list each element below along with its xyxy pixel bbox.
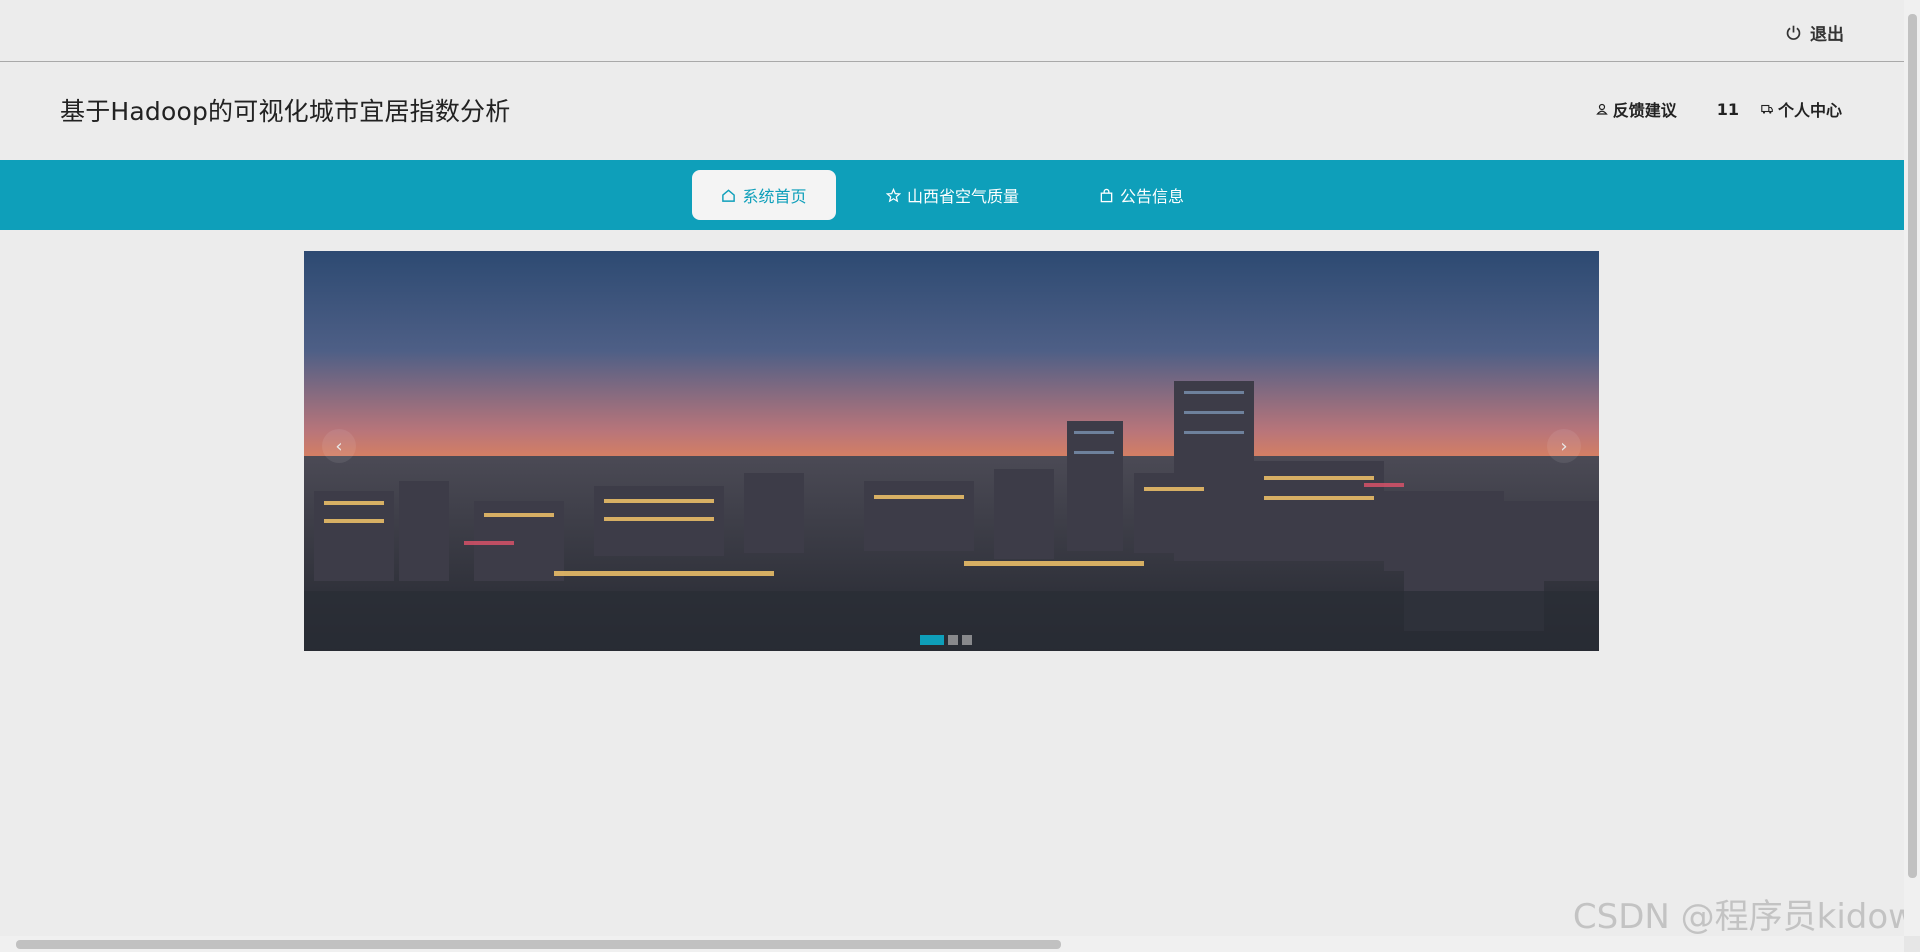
profile-label: 个人中心	[1777, 101, 1842, 120]
bag-icon	[1100, 188, 1113, 202]
user-icon	[1595, 103, 1608, 115]
header-actions: 反馈建议 11 个人中心	[1595, 97, 1842, 121]
top-bar: 退出	[0, 0, 1904, 62]
nav-item-announcements[interactable]: 公告信息	[1069, 170, 1214, 220]
scrollbar-corner	[1904, 936, 1920, 952]
carousel-next-button[interactable]: ›	[1547, 429, 1581, 463]
city-skyline-image	[304, 251, 1599, 651]
logout-button[interactable]: 退出	[1785, 20, 1844, 45]
nav-item-label: 山西省空气质量	[907, 187, 1020, 206]
watermark: CSDN @程序员kidow	[1572, 897, 1916, 937]
nav-item-air-quality[interactable]: 山西省空气质量	[856, 170, 1049, 220]
nav-items: 系统首页 山西省空气质量 公告信息	[692, 170, 1214, 220]
page: 退出 基于Hadoop的可视化城市宜居指数分析 反馈建议 11 个人中心 系统首…	[0, 0, 1920, 952]
site-title: 基于Hadoop的可视化城市宜居指数分析	[60, 97, 511, 126]
vertical-scroll-thumb[interactable]	[1908, 14, 1917, 878]
profile-link[interactable]: 个人中心	[1761, 97, 1842, 121]
truck-icon	[1761, 104, 1773, 114]
horizontal-scrollbar[interactable]	[0, 936, 1904, 952]
badge-count: 11	[1716, 99, 1739, 119]
feedback-link[interactable]: 反馈建议	[1595, 97, 1677, 121]
header: 基于Hadoop的可视化城市宜居指数分析 反馈建议 11 个人中心	[0, 62, 1904, 160]
carousel-indicators	[920, 635, 972, 645]
carousel-prev-button[interactable]: ‹	[322, 429, 356, 463]
feedback-label: 反馈建议	[1612, 101, 1677, 120]
nav-item-label: 公告信息	[1120, 187, 1185, 206]
star-icon	[886, 187, 901, 202]
nav-item-label: 系统首页	[742, 187, 807, 206]
vertical-scrollbar[interactable]	[1904, 0, 1920, 936]
carousel-dot-1[interactable]	[920, 635, 944, 645]
nav-item-home[interactable]: 系统首页	[692, 170, 836, 220]
main-nav: 系统首页 山西省空气质量 公告信息	[0, 160, 1904, 230]
carousel-dot-2[interactable]	[948, 635, 958, 645]
home-icon	[722, 188, 736, 202]
power-icon	[1786, 25, 1801, 40]
carousel-dot-3[interactable]	[962, 635, 972, 645]
logout-label: 退出	[1810, 25, 1844, 45]
horizontal-scroll-thumb[interactable]	[16, 940, 1061, 949]
carousel: ‹ ›	[304, 251, 1599, 651]
